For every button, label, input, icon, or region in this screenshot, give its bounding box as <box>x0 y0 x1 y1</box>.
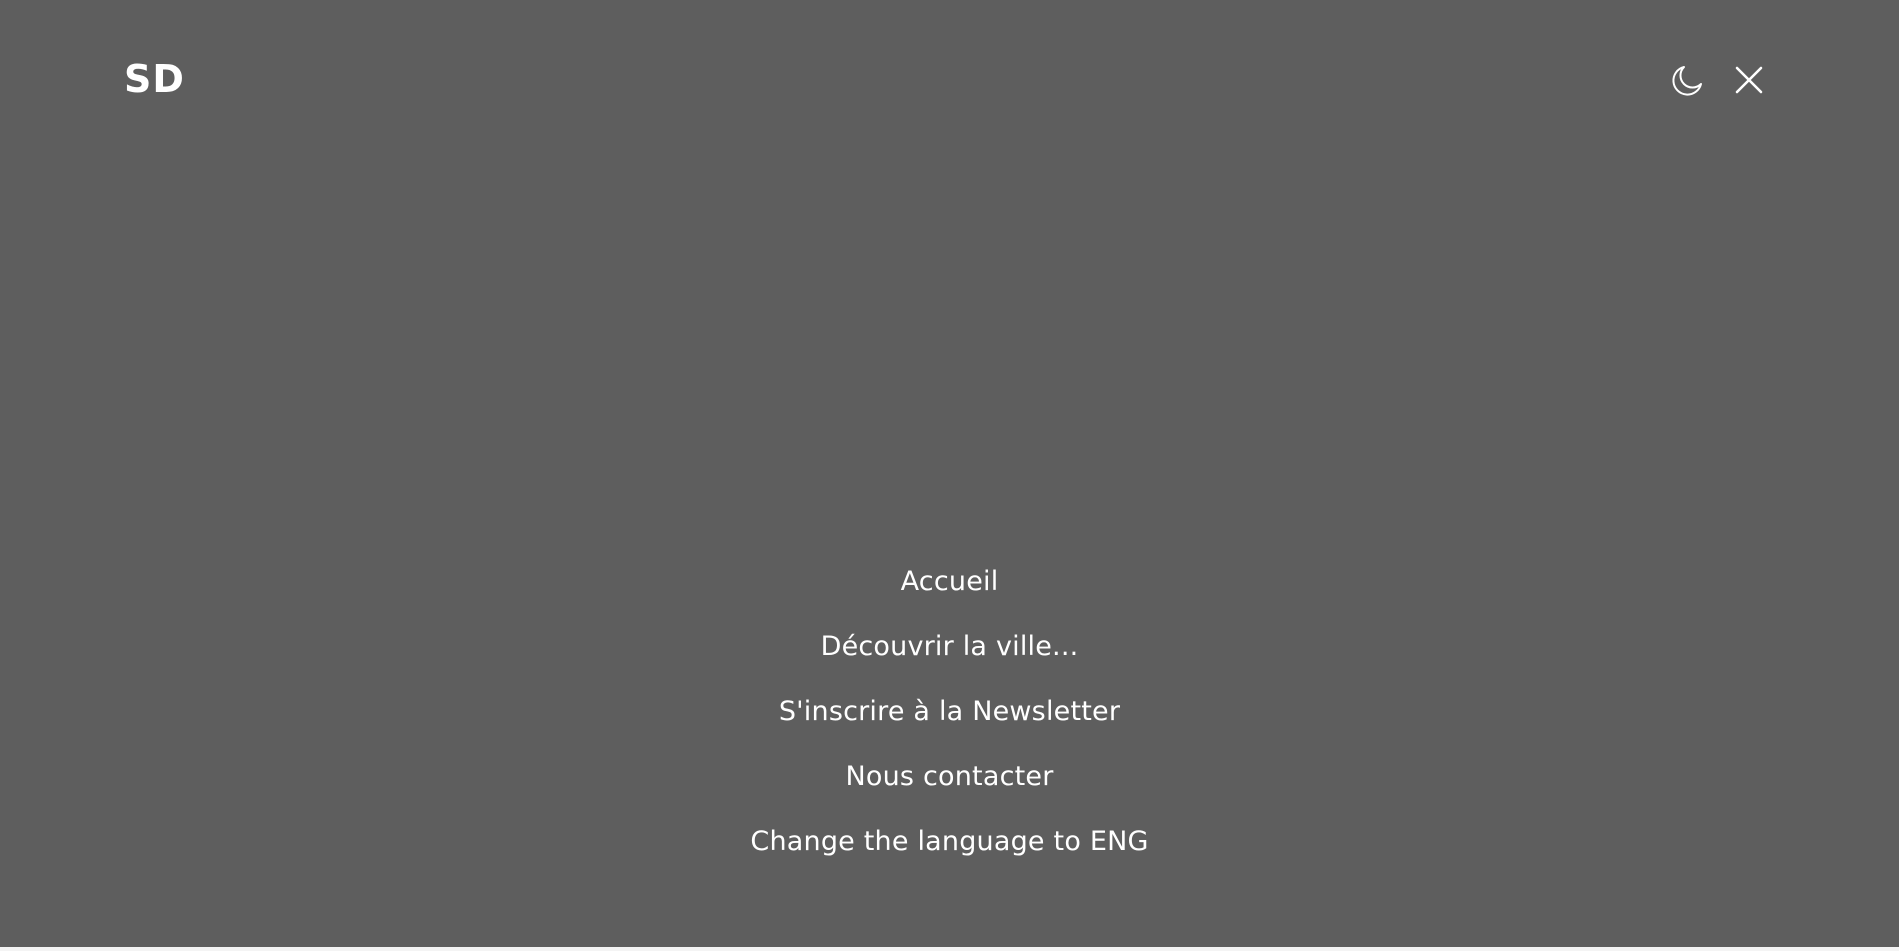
nav-item-language: Change the language to ENG <box>0 812 1899 877</box>
nav-item-decouvrir: Découvrir la ville... <box>0 617 1899 682</box>
close-icon <box>1735 66 1763 94</box>
nav-link-accueil[interactable]: Accueil <box>901 552 999 612</box>
theme-toggle-button[interactable] <box>1670 64 1704 98</box>
page-bottom-edge <box>0 947 1899 951</box>
moon-icon <box>1672 66 1702 96</box>
nav-link-newsletter[interactable]: S'inscrire à la Newsletter <box>779 682 1120 742</box>
close-menu-button[interactable] <box>1732 63 1766 97</box>
nav-item-contact: Nous contacter <box>0 747 1899 812</box>
main-navigation: Accueil Découvrir la ville... S'inscrire… <box>0 552 1899 877</box>
nav-link-decouvrir-la-ville[interactable]: Découvrir la ville... <box>821 617 1079 677</box>
menu-overlay: SD Accueil Découvrir la ville... S'inscr… <box>0 0 1899 947</box>
nav-link-nous-contacter[interactable]: Nous contacter <box>845 747 1053 807</box>
nav-item-accueil: Accueil <box>0 552 1899 617</box>
nav-link-change-language[interactable]: Change the language to ENG <box>750 812 1148 872</box>
nav-item-newsletter: S'inscrire à la Newsletter <box>0 682 1899 747</box>
site-logo[interactable]: SD <box>124 56 185 102</box>
